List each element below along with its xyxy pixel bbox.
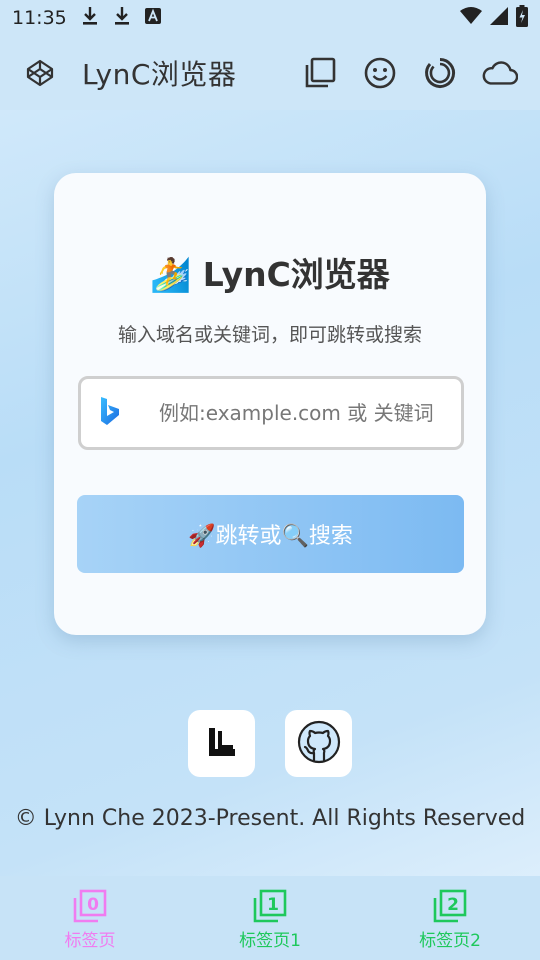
- bing-icon: [99, 396, 121, 430]
- github-link-button[interactable]: [285, 710, 352, 777]
- card-title-text: LynC浏览器: [202, 255, 390, 294]
- copyright-text: © Lynn Che 2023-Present. All Rights Rese…: [14, 806, 526, 831]
- status-time: 11:35: [12, 7, 67, 29]
- search-input[interactable]: [159, 401, 439, 425]
- lync-link-button[interactable]: [188, 710, 255, 777]
- font-icon: [144, 7, 161, 29]
- signal-icon: [490, 6, 508, 30]
- codepen-icon[interactable]: [22, 55, 58, 91]
- card-title: 🏄 LynC浏览器: [0, 248, 540, 296]
- battery-icon: [516, 4, 528, 32]
- wifi-icon: [460, 6, 482, 30]
- card-subtitle: 输入域名或关键词，即可跳转或搜索: [117, 324, 422, 346]
- tab-1-icon: 1: [253, 889, 287, 923]
- app-title: LynC浏览器: [82, 58, 237, 91]
- status-bar: 11:35: [0, 0, 540, 36]
- tab-0[interactable]: 0 标签页: [0, 876, 180, 960]
- smiley-icon[interactable]: [362, 55, 398, 91]
- app-bar: LynC浏览器: [0, 36, 540, 110]
- tab-2[interactable]: 2 标签页2: [360, 876, 540, 960]
- github-icon: [297, 720, 341, 768]
- svg-text:1: 1: [267, 895, 279, 915]
- tabs-icon[interactable]: [302, 55, 338, 91]
- tab-1-label: 标签页1: [239, 931, 301, 951]
- surfer-icon: 🏄: [150, 255, 192, 294]
- tab-0-icon: 0: [73, 889, 107, 923]
- download-icon: [113, 6, 131, 31]
- cloud-icon[interactable]: [482, 55, 518, 91]
- download-icon: [81, 6, 99, 31]
- go-search-button[interactable]: 🚀跳转或🔍搜索: [77, 495, 464, 573]
- svg-text:0: 0: [87, 895, 99, 915]
- tab-2-label: 标签页2: [419, 931, 481, 951]
- refresh-icon[interactable]: [422, 55, 458, 91]
- svg-text:2: 2: [447, 895, 459, 915]
- tab-0-label: 标签页: [64, 931, 116, 951]
- tab-1[interactable]: 1 标签页1: [180, 876, 360, 960]
- lync-logo-icon: [205, 725, 239, 763]
- tab-2-icon: 2: [433, 889, 467, 923]
- search-box[interactable]: [78, 376, 464, 450]
- bottom-nav: 0 标签页 1 标签页1 2 标签页2: [0, 876, 540, 960]
